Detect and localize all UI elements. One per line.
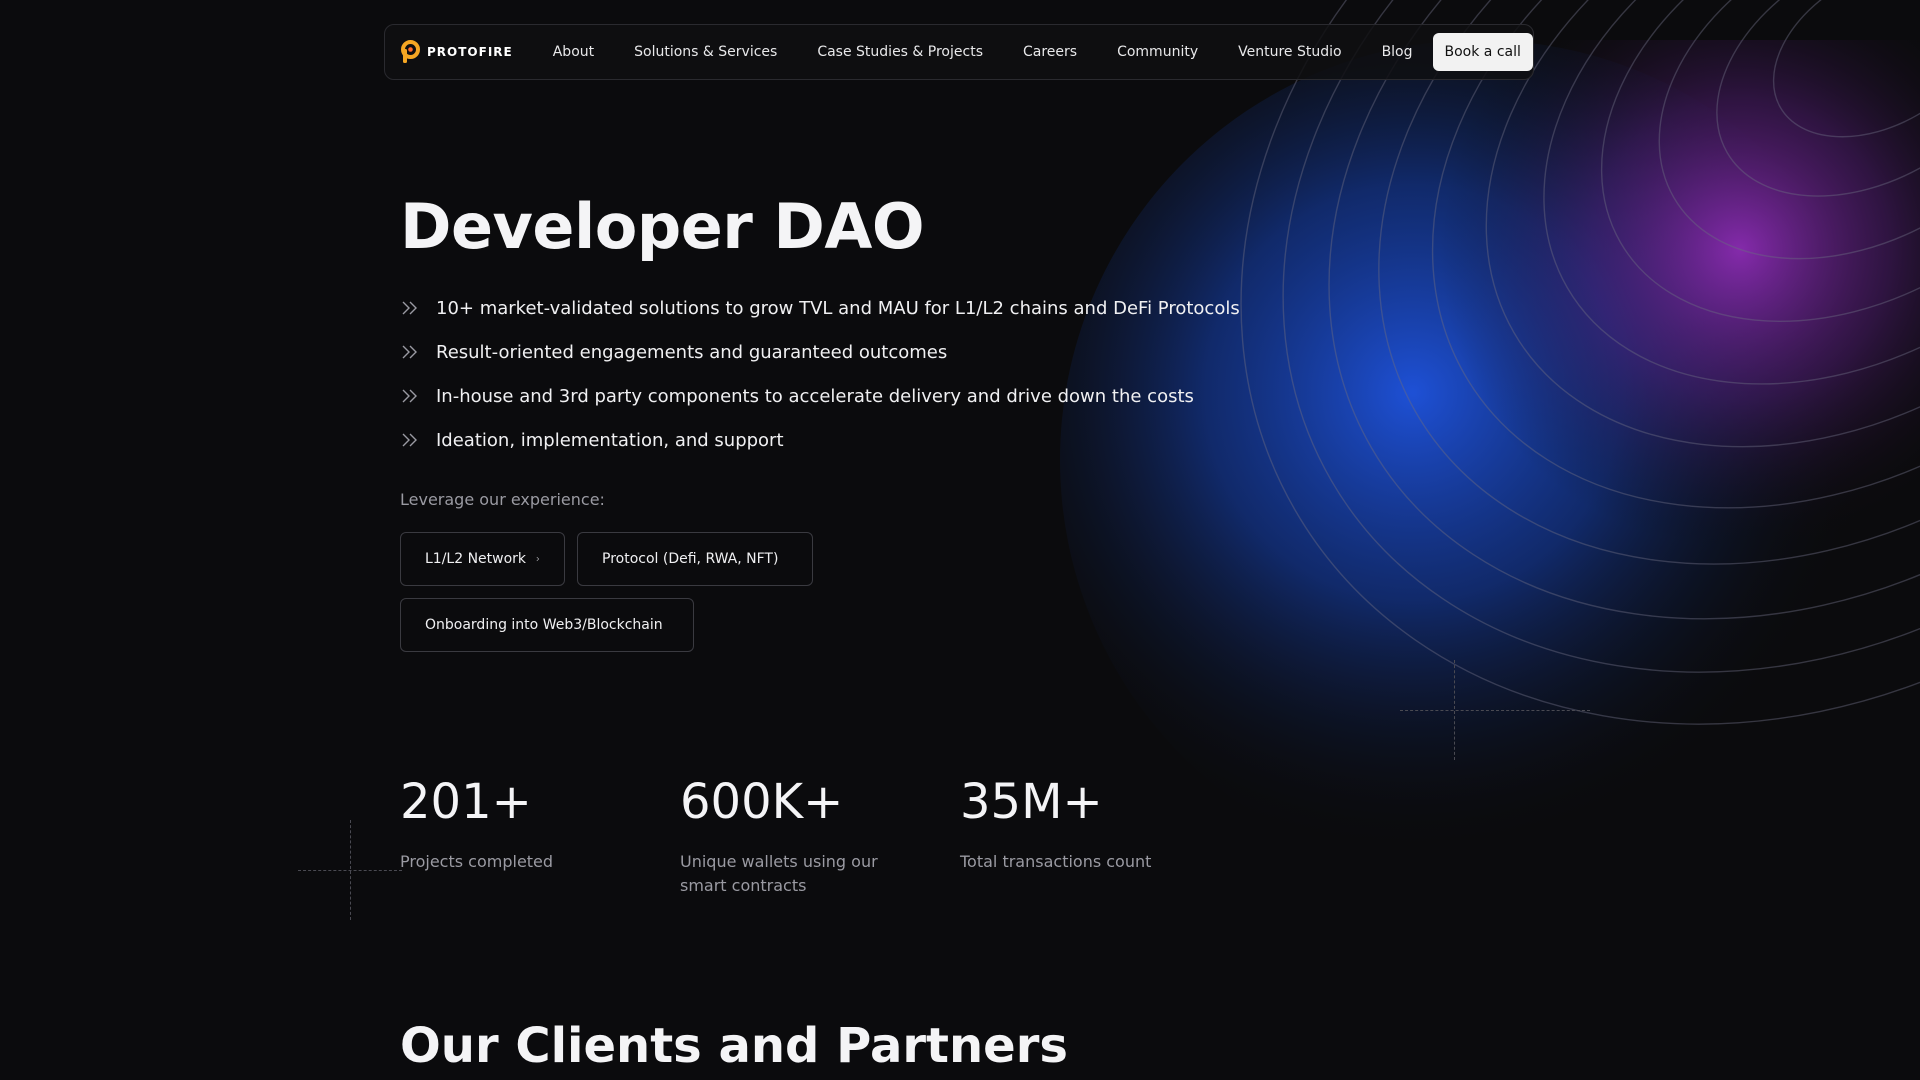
stat-value: 35M+ — [960, 774, 1103, 830]
stat-value: 600K+ — [680, 774, 844, 830]
stat-projects: 201+ Projects completed — [400, 778, 640, 874]
list-item: Ideation, implementation, and support — [400, 418, 1240, 462]
chip-protocol[interactable]: Protocol (Defi, RWA, NFT) — [577, 532, 813, 586]
logo-text: PROTOFIRE — [427, 45, 513, 59]
double-chevron-right-icon — [402, 345, 417, 359]
double-chevron-right-icon — [402, 389, 417, 403]
leverage-label: Leverage our experience: — [400, 490, 605, 509]
top-nav: PROTOFIRE About Solutions & Services Cas… — [384, 24, 1534, 80]
chip-label: L1/L2 Network — [425, 551, 527, 567]
chip-l1-l2-network[interactable]: L1/L2 Network — [400, 532, 565, 586]
chevron-right-icon — [536, 556, 540, 562]
page-title: Developer DAO — [400, 190, 925, 263]
bullet-text: In-house and 3rd party components to acc… — [436, 385, 1194, 407]
stat-label: Projects completed — [400, 852, 554, 871]
double-chevron-right-icon — [402, 433, 417, 447]
stat-transactions: 35M+ Total transactions count — [960, 778, 1200, 874]
nav-links: About Solutions & Services Case Studies … — [533, 44, 1433, 60]
stat-value: 201+ — [400, 774, 532, 830]
list-item: Result-oriented engagements and guarante… — [400, 330, 1240, 374]
clients-section-title: Our Clients and Partners — [400, 1018, 1068, 1074]
chip-label: Onboarding into Web3/Blockchain — [425, 617, 663, 633]
bullet-text: 10+ market-validated solutions to grow T… — [436, 297, 1240, 319]
nav-link-community[interactable]: Community — [1097, 44, 1218, 60]
list-item: In-house and 3rd party components to acc… — [400, 374, 1240, 418]
nav-link-venture-studio[interactable]: Venture Studio — [1218, 44, 1361, 60]
bullet-text: Result-oriented engagements and guarante… — [436, 341, 948, 363]
list-item: 10+ market-validated solutions to grow T… — [400, 286, 1240, 330]
stat-label: Unique wallets using our smart contracts — [680, 852, 878, 895]
protofire-logo-icon — [401, 40, 420, 63]
nav-link-blog[interactable]: Blog — [1362, 44, 1433, 60]
nav-link-solutions[interactable]: Solutions & Services — [614, 44, 797, 60]
chip-onboarding-web3[interactable]: Onboarding into Web3/Blockchain — [400, 598, 694, 652]
logo[interactable]: PROTOFIRE — [401, 40, 513, 64]
stat-wallets: 600K+ Unique wallets using our smart con… — [680, 778, 920, 898]
chip-label: Protocol (Defi, RWA, NFT) — [602, 551, 779, 567]
nav-link-case-studies[interactable]: Case Studies & Projects — [797, 44, 1003, 60]
bullet-text: Ideation, implementation, and support — [436, 429, 784, 451]
nav-link-careers[interactable]: Careers — [1003, 44, 1097, 60]
crosshair-right — [1400, 660, 1600, 760]
double-chevron-right-icon — [402, 301, 417, 315]
contour-rings — [1240, 0, 1920, 725]
book-a-call-button[interactable]: Book a call — [1432, 33, 1533, 71]
page: PROTOFIRE About Solutions & Services Cas… — [0, 0, 1920, 1080]
stat-label: Total transactions count — [960, 852, 1152, 871]
hero-bullets: 10+ market-validated solutions to grow T… — [400, 286, 1240, 462]
nav-link-about[interactable]: About — [533, 44, 614, 60]
